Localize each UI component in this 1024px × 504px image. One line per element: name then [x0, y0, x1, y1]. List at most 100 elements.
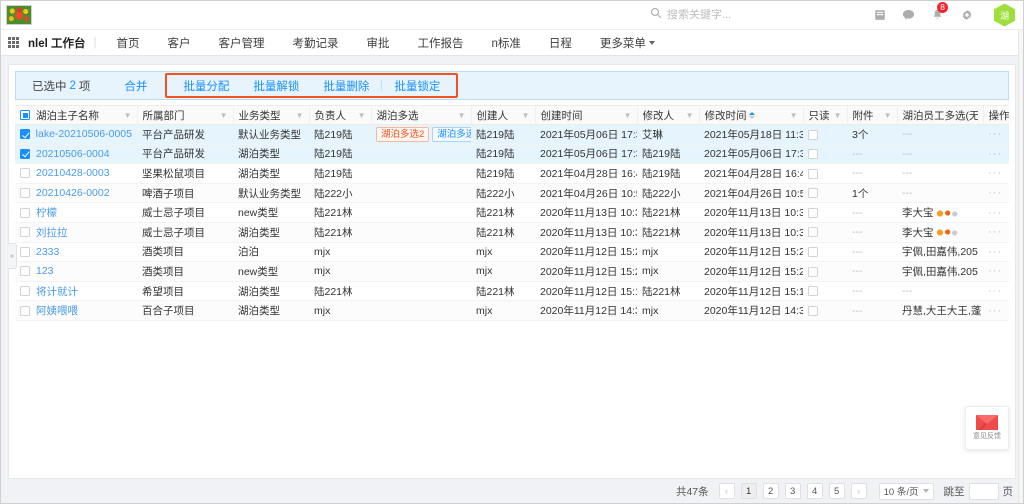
- pagination-page-4[interactable]: 4: [807, 483, 823, 499]
- cell-readonly[interactable]: [803, 301, 847, 321]
- cell-readonly[interactable]: [803, 164, 847, 184]
- row-checkbox[interactable]: [20, 227, 30, 237]
- th-modifier[interactable]: 修改人▼: [637, 106, 699, 125]
- filter-icon[interactable]: ▼: [296, 111, 304, 120]
- table-row[interactable]: 阿姨喂喂百合子项目湖泊类型mjxmjx2020年11月12日 14:38mjx2…: [15, 301, 1009, 321]
- cell-name[interactable]: 20210506-0004: [15, 144, 137, 164]
- page-jump-input[interactable]: [969, 483, 999, 500]
- row-checkbox[interactable]: [20, 149, 30, 159]
- th-readonly[interactable]: 只读▼: [803, 106, 847, 125]
- table-row[interactable]: 将计就计希望项目湖泊类型陆221林陆221林2020年11月12日 15:15陆…: [15, 281, 1009, 301]
- chat-icon[interactable]: [901, 8, 916, 23]
- table-row[interactable]: 20210506-0004平台产品研发湖泊类型陆219陆陆219陆2021年05…: [15, 144, 1009, 164]
- readonly-checkbox[interactable]: [808, 306, 818, 316]
- row-name-link[interactable]: 将计就计: [36, 284, 78, 299]
- row-checkbox[interactable]: [20, 168, 30, 178]
- feedback-widget[interactable]: 意见反馈: [965, 406, 1009, 450]
- pagination-page-3[interactable]: 3: [785, 483, 801, 499]
- cell-actions[interactable]: ···: [983, 281, 1009, 301]
- row-name-link[interactable]: 123: [36, 265, 54, 277]
- cell-name[interactable]: 刘拉拉: [15, 222, 137, 242]
- more-actions-icon[interactable]: ···: [988, 246, 1002, 258]
- cell-readonly[interactable]: [803, 222, 847, 242]
- cell-readonly[interactable]: [803, 183, 847, 203]
- right-edge-scroll-strip[interactable]: [1018, 30, 1023, 503]
- row-name-link[interactable]: lake-20210506-0005: [36, 128, 132, 140]
- cell-name[interactable]: 阿姨喂喂: [15, 301, 137, 321]
- pagination-next[interactable]: ›: [851, 483, 867, 499]
- global-search[interactable]: [650, 6, 860, 24]
- cell-multi-select[interactable]: [371, 183, 471, 203]
- row-checkbox[interactable]: [20, 306, 30, 316]
- cell-multi-select[interactable]: 湖泊多选2湖泊多选1: [371, 125, 471, 145]
- row-checkbox[interactable]: [20, 129, 30, 139]
- readonly-checkbox[interactable]: [808, 247, 818, 257]
- cell-multi-select[interactable]: [371, 164, 471, 184]
- th-creator[interactable]: 创建人▼: [471, 106, 535, 125]
- readonly-checkbox[interactable]: [808, 130, 818, 140]
- th-attachment[interactable]: 附件▼: [847, 106, 897, 125]
- more-actions-icon[interactable]: ···: [988, 187, 1002, 199]
- cell-name[interactable]: 20210428-0003: [15, 164, 137, 184]
- th-multi[interactable]: 湖泊多选▼: [371, 106, 471, 125]
- filter-icon[interactable]: ▼: [358, 111, 366, 120]
- cell-multi-select[interactable]: [371, 242, 471, 262]
- cell-multi-select[interactable]: [371, 301, 471, 321]
- cell-readonly[interactable]: [803, 144, 847, 164]
- nav-item-schedule[interactable]: 日程: [535, 35, 586, 51]
- cell-readonly[interactable]: [803, 203, 847, 223]
- apps-grid-icon[interactable]: [8, 37, 21, 48]
- row-name-link[interactable]: 2333: [36, 246, 59, 258]
- cell-readonly[interactable]: [803, 262, 847, 282]
- nav-item-customer[interactable]: 客户: [154, 35, 205, 51]
- cell-name[interactable]: 将计就计: [15, 281, 137, 301]
- cell-name[interactable]: 123: [15, 262, 137, 282]
- cell-actions[interactable]: ···: [983, 222, 1009, 242]
- filter-icon[interactable]: ▼: [624, 111, 632, 120]
- cell-multi-select[interactable]: [371, 203, 471, 223]
- table-row[interactable]: 20210428-0003坚果松鼠项目湖泊类型陆219陆陆219陆2021年04…: [15, 164, 1009, 184]
- page-size-select[interactable]: 10 条/页: [879, 483, 934, 500]
- cell-name[interactable]: 20210426-0002: [15, 183, 137, 203]
- more-actions-icon[interactable]: ···: [988, 285, 1002, 297]
- cell-actions[interactable]: ···: [983, 125, 1009, 145]
- cell-name[interactable]: 柠檬: [15, 203, 137, 223]
- cell-multi-select[interactable]: [371, 222, 471, 242]
- sidebar-collapse-handle[interactable]: »: [8, 243, 17, 269]
- bell-icon[interactable]: 8: [930, 8, 945, 23]
- multi-select-tag[interactable]: 湖泊多选2: [376, 127, 429, 142]
- th-name[interactable]: 湖泊主子名称 ▼: [15, 106, 137, 125]
- multi-select-tag[interactable]: 湖泊多选1: [432, 127, 471, 142]
- cell-readonly[interactable]: [803, 125, 847, 145]
- nav-item-n-standard[interactable]: n标准: [478, 35, 535, 51]
- row-checkbox[interactable]: [20, 286, 30, 296]
- th-staff-multi[interactable]: 湖泊员工多选(无刷: [897, 106, 983, 125]
- th-biz[interactable]: 业务类型▼: [233, 106, 309, 125]
- cell-readonly[interactable]: [803, 281, 847, 301]
- cell-actions[interactable]: ···: [983, 144, 1009, 164]
- readonly-checkbox[interactable]: [808, 188, 818, 198]
- batch-assign-button[interactable]: 批量分配: [171, 78, 241, 94]
- pagination-page-2[interactable]: 2: [763, 483, 779, 499]
- readonly-checkbox[interactable]: [808, 267, 818, 277]
- filter-icon[interactable]: ▼: [124, 111, 132, 120]
- pagination-page-5[interactable]: 5: [829, 483, 845, 499]
- nav-item-approval[interactable]: 审批: [353, 35, 404, 51]
- more-actions-icon[interactable]: ···: [988, 265, 1002, 277]
- row-name-link[interactable]: 20210506-0004: [36, 148, 110, 160]
- cell-multi-select[interactable]: [371, 281, 471, 301]
- batch-delete-button[interactable]: 批量删除: [311, 78, 381, 94]
- nav-item-home[interactable]: 首页: [103, 35, 154, 51]
- more-actions-icon[interactable]: ···: [988, 167, 1002, 179]
- filter-icon[interactable]: ▼: [790, 111, 798, 120]
- table-row[interactable]: 柠檬威士忌子项目new类型陆221林陆221林2020年11月13日 10:31…: [15, 203, 1009, 223]
- batch-lock-button[interactable]: 批量锁定: [382, 78, 452, 94]
- row-checkbox[interactable]: [20, 266, 30, 276]
- more-actions-icon[interactable]: ···: [988, 226, 1002, 238]
- cell-multi-select[interactable]: [371, 262, 471, 282]
- cell-actions[interactable]: ···: [983, 164, 1009, 184]
- filter-icon[interactable]: ▼: [884, 111, 892, 120]
- nav-item-work-report[interactable]: 工作报告: [404, 35, 478, 51]
- row-checkbox[interactable]: [20, 188, 30, 198]
- table-row[interactable]: 20210426-0002啤酒子项目默认业务类型陆222小陆222小2021年0…: [15, 183, 1009, 203]
